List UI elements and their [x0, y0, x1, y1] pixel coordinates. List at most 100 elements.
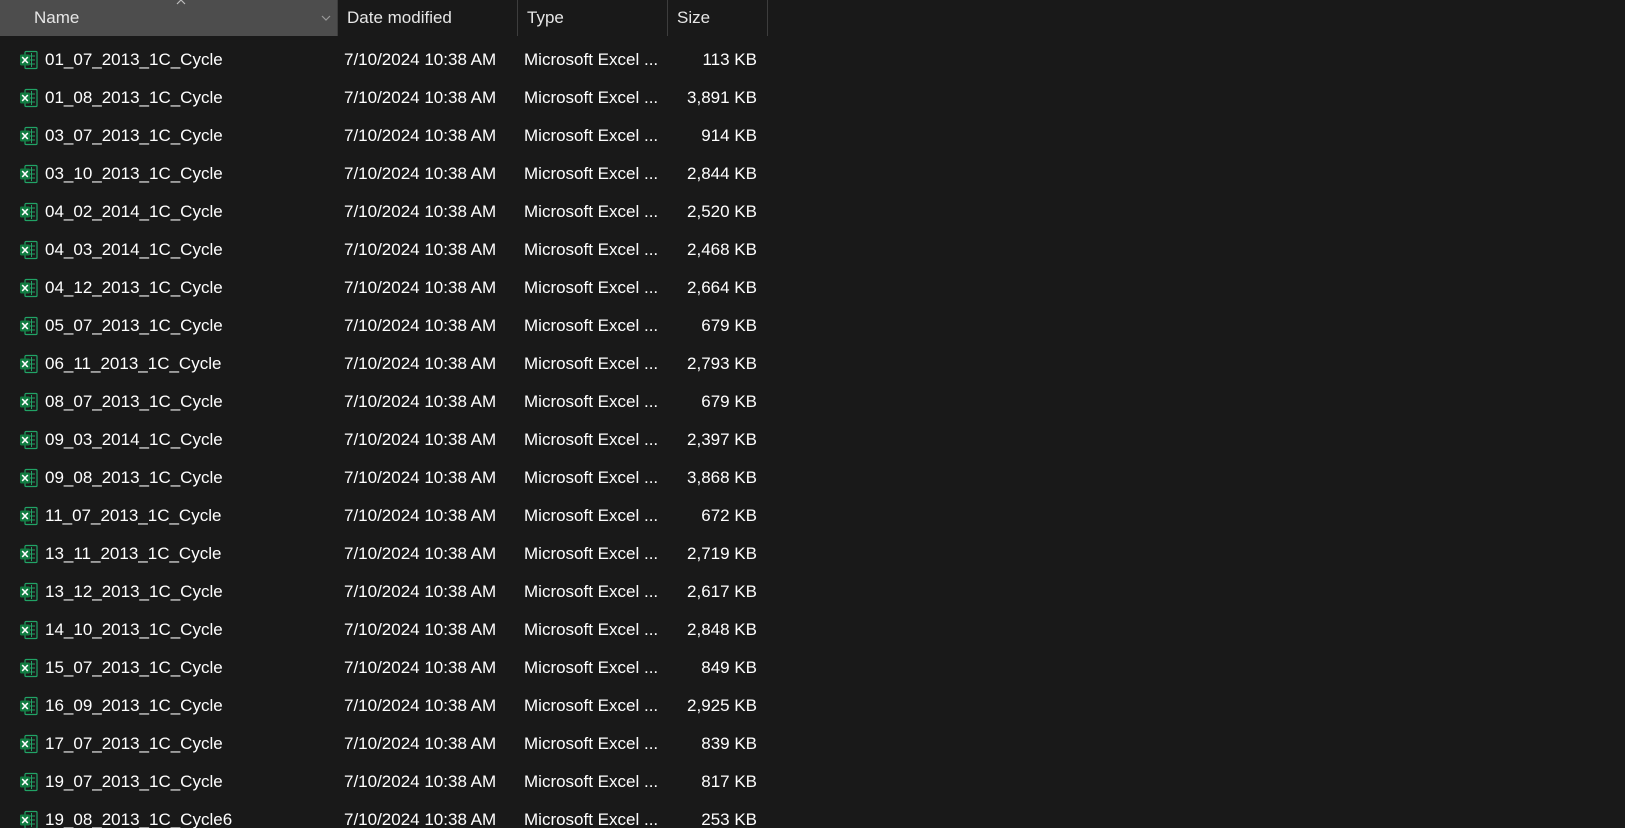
excel-file-icon: [19, 278, 41, 298]
file-date-modified: 7/10/2024 10:38 AM: [344, 164, 497, 183]
file-type: Microsoft Excel ...: [524, 544, 659, 563]
file-size: 2,664 KB: [687, 278, 757, 297]
file-date-modified: 7/10/2024 10:38 AM: [344, 430, 497, 449]
column-header-name-label: Name: [34, 8, 80, 27]
column-header-size[interactable]: Size: [667, 0, 767, 36]
file-type: Microsoft Excel ...: [524, 354, 659, 373]
column-header-row: Name Date modified Type Size: [0, 0, 768, 36]
file-name[interactable]: 04_12_2013_1C_Cycle: [45, 269, 330, 307]
file-type: Microsoft Excel ...: [524, 506, 659, 525]
file-name[interactable]: 13_11_2013_1C_Cycle: [45, 535, 330, 573]
file-row[interactable]: 01_08_2013_1C_Cycle 7/10/2024 10:38 AM Mic…: [0, 79, 768, 117]
file-row[interactable]: 08_07_2013_1C_Cycle 7/10/2024 10:38 AM Mic…: [0, 383, 768, 421]
file-name[interactable]: 14_10_2013_1C_Cycle: [45, 611, 330, 649]
file-row[interactable]: 05_07_2013_1C_Cycle 7/10/2024 10:38 AM Mic…: [0, 307, 768, 345]
file-row[interactable]: 09_03_2014_1C_Cycle 7/10/2024 10:38 AM Mic…: [0, 421, 768, 459]
excel-file-icon: [19, 620, 41, 640]
file-explorer-details-view: Name Date modified Type Size 01_07_2013_…: [0, 0, 1625, 828]
file-row[interactable]: 03_07_2013_1C_Cycle 7/10/2024 10:38 AM Mic…: [0, 117, 768, 155]
file-type: Microsoft Excel ...: [524, 620, 659, 639]
file-name[interactable]: 16_09_2013_1C_Cycle: [45, 687, 330, 725]
file-name[interactable]: 19_07_2013_1C_Cycle: [45, 763, 330, 801]
file-size: 2,397 KB: [687, 430, 757, 449]
file-name[interactable]: 01_08_2013_1C_Cycle: [45, 79, 330, 117]
column-divider[interactable]: [767, 0, 768, 36]
file-name[interactable]: 09_03_2014_1C_Cycle: [45, 421, 330, 459]
file-size: 679 KB: [701, 392, 757, 411]
file-row[interactable]: 04_12_2013_1C_Cycle 7/10/2024 10:38 AM Mic…: [0, 269, 768, 307]
file-type: Microsoft Excel ...: [524, 430, 659, 449]
file-type: Microsoft Excel ...: [524, 658, 659, 677]
column-header-date-modified[interactable]: Date modified: [337, 0, 517, 36]
file-date-modified: 7/10/2024 10:38 AM: [344, 658, 497, 677]
file-name[interactable]: 01_07_2013_1C_Cycle: [45, 41, 330, 79]
file-size: 2,793 KB: [687, 354, 757, 373]
file-date-modified: 7/10/2024 10:38 AM: [344, 506, 497, 525]
file-date-modified: 7/10/2024 10:38 AM: [344, 50, 497, 69]
file-date-modified: 7/10/2024 10:38 AM: [344, 202, 497, 221]
excel-file-icon: [19, 544, 41, 564]
file-name[interactable]: 13_12_2013_1C_Cycle: [45, 573, 330, 611]
excel-file-icon: [19, 126, 41, 146]
file-type: Microsoft Excel ...: [524, 316, 659, 335]
file-size: 2,844 KB: [687, 164, 757, 183]
file-row[interactable]: 19_08_2013_1C_Cycle6 7/10/2024 10:38 AM Mi…: [0, 801, 768, 828]
file-row[interactable]: 11_07_2013_1C_Cycle 7/10/2024 10:38 AM Mic…: [0, 497, 768, 535]
file-row[interactable]: 19_07_2013_1C_Cycle 7/10/2024 10:38 AM Mic…: [0, 763, 768, 801]
file-type: Microsoft Excel ...: [524, 696, 659, 715]
excel-file-icon: [19, 658, 41, 678]
chevron-down-icon[interactable]: [320, 12, 332, 24]
file-size: 3,891 KB: [687, 88, 757, 107]
file-date-modified: 7/10/2024 10:38 AM: [344, 316, 497, 335]
file-date-modified: 7/10/2024 10:38 AM: [344, 240, 497, 259]
file-size: 672 KB: [701, 506, 757, 525]
file-type: Microsoft Excel ...: [524, 772, 659, 791]
file-row[interactable]: 06_11_2013_1C_Cycle 7/10/2024 10:38 AM Mic…: [0, 345, 768, 383]
file-row[interactable]: 17_07_2013_1C_Cycle 7/10/2024 10:38 AM Mic…: [0, 725, 768, 763]
file-name[interactable]: 08_07_2013_1C_Cycle: [45, 383, 330, 421]
file-date-modified: 7/10/2024 10:38 AM: [344, 772, 497, 791]
file-type: Microsoft Excel ...: [524, 810, 659, 828]
file-name[interactable]: 04_03_2014_1C_Cycle: [45, 231, 330, 269]
file-size: 2,719 KB: [687, 544, 757, 563]
excel-file-icon: [19, 468, 41, 488]
file-row[interactable]: 04_02_2014_1C_Cycle 7/10/2024 10:38 AM Mic…: [0, 193, 768, 231]
file-date-modified: 7/10/2024 10:38 AM: [344, 582, 497, 601]
file-name[interactable]: 06_11_2013_1C_Cycle: [45, 345, 330, 383]
file-type: Microsoft Excel ...: [524, 468, 659, 487]
excel-file-icon: [19, 582, 41, 602]
file-row[interactable]: 15_07_2013_1C_Cycle 7/10/2024 10:38 AM Mic…: [0, 649, 768, 687]
file-row[interactable]: 16_09_2013_1C_Cycle 7/10/2024 10:38 AM Mic…: [0, 687, 768, 725]
file-row[interactable]: 13_12_2013_1C_Cycle 7/10/2024 10:38 AM Mic…: [0, 573, 768, 611]
file-type: Microsoft Excel ...: [524, 164, 659, 183]
file-name[interactable]: 04_02_2014_1C_Cycle: [45, 193, 330, 231]
file-name[interactable]: 17_07_2013_1C_Cycle: [45, 725, 330, 763]
excel-file-icon: [19, 506, 41, 526]
file-type: Microsoft Excel ...: [524, 734, 659, 753]
sort-up-icon: [176, 0, 186, 5]
file-date-modified: 7/10/2024 10:38 AM: [344, 278, 497, 297]
column-header-type[interactable]: Type: [517, 0, 667, 36]
file-row[interactable]: 13_11_2013_1C_Cycle 7/10/2024 10:38 AM Mic…: [0, 535, 768, 573]
file-row[interactable]: 14_10_2013_1C_Cycle 7/10/2024 10:38 AM Mic…: [0, 611, 768, 649]
file-date-modified: 7/10/2024 10:38 AM: [344, 810, 497, 828]
file-row[interactable]: 09_08_2013_1C_Cycle 7/10/2024 10:38 AM Mic…: [0, 459, 768, 497]
file-type: Microsoft Excel ...: [524, 278, 659, 297]
file-size: 3,868 KB: [687, 468, 757, 487]
file-name[interactable]: 15_07_2013_1C_Cycle: [45, 649, 330, 687]
file-row[interactable]: 03_10_2013_1C_Cycle 7/10/2024 10:38 AM Mic…: [0, 155, 768, 193]
file-name[interactable]: 09_08_2013_1C_Cycle: [45, 459, 330, 497]
excel-file-icon: [19, 696, 41, 716]
file-row[interactable]: 04_03_2014_1C_Cycle 7/10/2024 10:38 AM Mic…: [0, 231, 768, 269]
file-name[interactable]: 03_10_2013_1C_Cycle: [45, 155, 330, 193]
column-header-name[interactable]: Name: [0, 0, 337, 36]
file-name[interactable]: 03_07_2013_1C_Cycle: [45, 117, 330, 155]
file-row[interactable]: 01_07_2013_1C_Cycle 7/10/2024 10:38 AM Mic…: [0, 41, 768, 79]
file-name[interactable]: 11_07_2013_1C_Cycle: [45, 497, 330, 535]
file-size: 2,848 KB: [687, 620, 757, 639]
file-date-modified: 7/10/2024 10:38 AM: [344, 696, 497, 715]
file-name[interactable]: 19_08_2013_1C_Cycle6: [45, 801, 330, 828]
file-type: Microsoft Excel ...: [524, 88, 659, 107]
file-size: 2,520 KB: [687, 202, 757, 221]
file-name[interactable]: 05_07_2013_1C_Cycle: [45, 307, 330, 345]
